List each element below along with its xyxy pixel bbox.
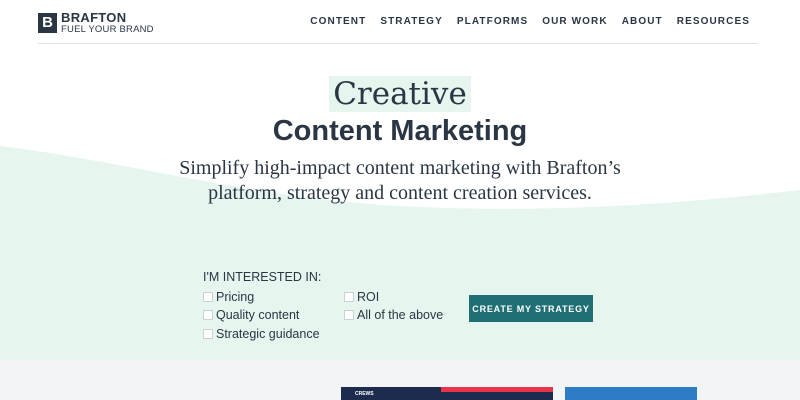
checkbox-box[interactable] xyxy=(203,292,213,302)
brand-logo[interactable]: B BRAFTON FUEL YOUR BRAND xyxy=(38,11,154,35)
featured-card-1[interactable]: CREWS xyxy=(341,387,553,400)
logo-mark: B xyxy=(38,12,57,33)
nav-item-our-work[interactable]: OUR WORK xyxy=(542,16,607,27)
checkbox-label: Pricing xyxy=(216,290,255,304)
checkbox-box[interactable] xyxy=(203,329,213,339)
checkbox-label: Strategic guidance xyxy=(216,327,320,341)
checkbox-label: ROI xyxy=(357,290,380,304)
headline-script: Creative xyxy=(329,76,471,112)
header-divider xyxy=(38,43,758,44)
nav-item-content[interactable]: CONTENT xyxy=(310,16,366,27)
headline-bold: Content Marketing xyxy=(272,115,528,147)
nav-item-strategy[interactable]: STRATEGY xyxy=(380,16,443,27)
checkbox-strategic-guidance[interactable]: Strategic guidance xyxy=(203,327,320,341)
checkbox-all-of-the-above[interactable]: All of the above xyxy=(344,308,443,322)
main-nav: CONTENT STRATEGY PLATFORMS OUR WORK ABOU… xyxy=(310,16,750,27)
nav-item-resources[interactable]: RESOURCES xyxy=(677,16,750,27)
card-accent-stripe xyxy=(441,387,553,392)
create-my-strategy-button[interactable]: CREATE MY STRATEGY xyxy=(469,295,593,322)
site-header: B BRAFTON FUEL YOUR BRAND CONTENT STRATE… xyxy=(0,0,800,44)
checkbox-roi[interactable]: ROI xyxy=(344,290,379,304)
hero-headline: Creative Content Marketing xyxy=(0,76,800,148)
brand-tagline: FUEL YOUR BRAND xyxy=(61,24,154,35)
checkbox-quality-content[interactable]: Quality content xyxy=(203,308,299,322)
checkbox-box[interactable] xyxy=(203,310,213,320)
logo-text: BRAFTON FUEL YOUR BRAND xyxy=(61,11,154,35)
brand-name: BRAFTON xyxy=(61,10,127,25)
hero-subheading: Simplify high-impact content marketing w… xyxy=(0,156,800,206)
subheading-line-2: platform, strategy and content creation … xyxy=(208,182,592,204)
featured-card-2[interactable] xyxy=(565,387,697,400)
checkbox-box[interactable] xyxy=(344,292,354,302)
interest-form-label: I'M INTERESTED IN: xyxy=(203,270,322,284)
nav-item-platforms[interactable]: PLATFORMS xyxy=(457,16,528,27)
checkbox-pricing[interactable]: Pricing xyxy=(203,290,254,304)
checkbox-box[interactable] xyxy=(344,310,354,320)
nav-item-about[interactable]: ABOUT xyxy=(622,16,663,27)
checkbox-label: Quality content xyxy=(216,308,300,322)
subheading-line-1: Simplify high-impact content marketing w… xyxy=(179,157,621,179)
card-1-label: CREWS xyxy=(355,391,374,397)
checkbox-label: All of the above xyxy=(357,308,444,322)
